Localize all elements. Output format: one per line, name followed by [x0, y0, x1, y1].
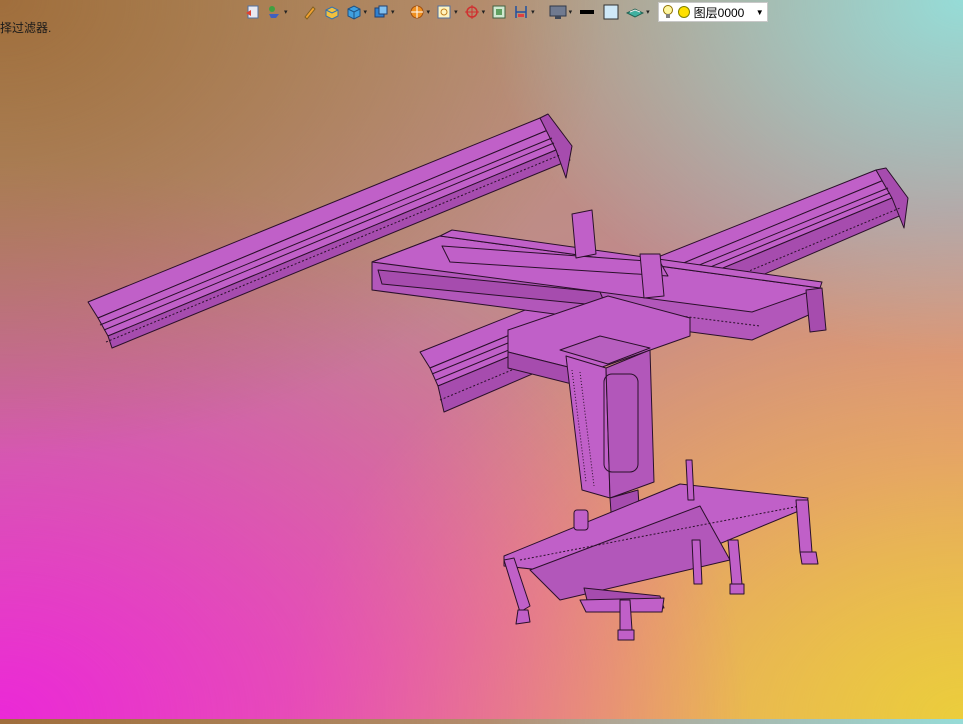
viewport-button[interactable]: [489, 2, 509, 22]
layer-name: 图层0000: [693, 5, 745, 20]
gripper-frame: [503, 459, 819, 641]
zoom-window-icon: [437, 5, 451, 19]
pencil-edit-icon: [303, 6, 316, 20]
chevron-down-icon: ▾: [363, 8, 368, 16]
visual-style-button[interactable]: ▾: [624, 2, 652, 22]
pencil-edit-button[interactable]: [300, 2, 320, 22]
dimension-button[interactable]: ▾: [511, 2, 537, 22]
layer-toolbar: ▾ ▾ ▾ ▾ ▾ ▾ ▾ ▾ ▾ 图层0000 ▼: [242, 1, 768, 23]
box-solid-icon: [325, 6, 339, 20]
visual-style-icon: [626, 8, 645, 18]
lineweight-icon: [580, 10, 595, 14]
monitor-icon: [549, 5, 567, 19]
chevron-down-icon: ▾: [481, 8, 486, 16]
model-viewport[interactable]: [0, 0, 963, 719]
chevron-down-icon: ▾: [568, 8, 573, 16]
view-cube-button[interactable]: ▾: [371, 2, 397, 22]
cube-3d-icon: [347, 5, 361, 20]
chevron-down-icon: ▾: [284, 8, 288, 16]
lineweight-button[interactable]: [576, 2, 598, 22]
left-rail-beam: [87, 113, 573, 349]
layer-dropdown[interactable]: 图层0000 ▼: [657, 2, 768, 22]
viewport-icon: [492, 5, 506, 19]
3d-model-drawing: [87, 113, 909, 641]
monitor-button[interactable]: ▾: [547, 2, 575, 22]
layer-previous-icon: [246, 5, 259, 19]
chevron-down-icon: ▼: [755, 7, 764, 17]
view-cube-icon: [374, 5, 388, 18]
render-sphere-button[interactable]: ▾: [407, 2, 433, 22]
chevron-down-icon: ▾: [531, 8, 535, 16]
layer-isolate-button[interactable]: ▾: [264, 2, 290, 22]
lightbulb-icon: [662, 5, 673, 18]
layer-previous-button[interactable]: [242, 2, 262, 22]
layer-isolate-icon: [269, 6, 279, 18]
command-prompt-text: 择过滤器.: [0, 21, 52, 35]
color-swatch-button[interactable]: [600, 2, 622, 22]
orbit-icon: [464, 5, 479, 19]
chevron-down-icon: ▾: [646, 8, 650, 16]
zoom-window-button[interactable]: ▾: [434, 2, 460, 22]
chevron-down-icon: ▾: [454, 8, 458, 16]
orbit-button[interactable]: ▾: [462, 2, 488, 22]
render-sphere-icon: [410, 5, 424, 19]
dimension-icon: [515, 6, 527, 18]
cube-3d-button[interactable]: ▾: [344, 2, 370, 22]
color-swatch-icon: [603, 4, 619, 20]
chevron-down-icon: ▾: [426, 8, 431, 16]
chevron-down-icon: ▾: [391, 8, 395, 16]
sun-icon: [677, 6, 690, 18]
box-solid-button[interactable]: [322, 2, 342, 22]
